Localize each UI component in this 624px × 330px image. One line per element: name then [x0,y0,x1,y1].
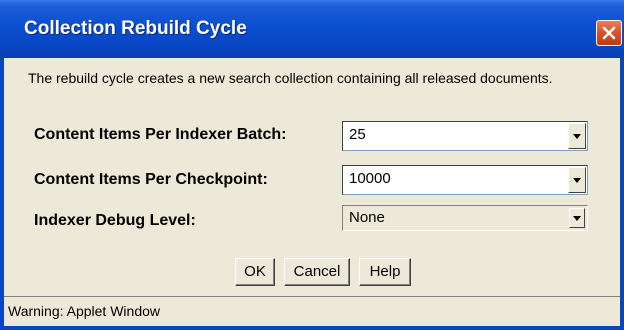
dialog-content: The rebuild cycle creates a new search c… [4,58,620,296]
debug-level-value: None [349,209,385,226]
window-title: Collection Rebuild Cycle [24,18,247,39]
description-text: The rebuild cycle creates a new search c… [28,70,553,86]
ok-button[interactable]: OK [235,258,275,286]
debug-level-label: Indexer Debug Level: [34,212,196,229]
close-button[interactable] [596,20,622,46]
status-text: Warning: Applet Window [8,303,160,319]
title-bar[interactable]: Collection Rebuild Cycle [0,0,624,58]
window-frame-bottom [0,326,624,330]
checkpoint-combobox[interactable]: 10000 [342,165,588,195]
chevron-down-icon [573,134,581,139]
batch-value[interactable]: 25 [349,126,366,143]
batch-combobox[interactable]: 25 [342,121,588,151]
chevron-down-icon [573,216,581,221]
chevron-down-icon [573,178,581,183]
debug-level-select[interactable]: None [342,205,588,231]
help-button[interactable]: Help [359,258,411,286]
status-bar: Warning: Applet Window [4,296,620,326]
checkpoint-value[interactable]: 10000 [349,170,391,187]
checkpoint-label: Content Items Per Checkpoint: [34,171,268,188]
checkpoint-dropdown-button[interactable] [568,167,586,193]
dialog-window: Collection Rebuild Cycle The rebuild cyc… [0,0,624,330]
batch-dropdown-button[interactable] [568,123,586,149]
window-frame-right [620,58,624,330]
debug-level-dropdown-button[interactable] [569,208,585,228]
batch-label: Content Items Per Indexer Batch: [34,126,287,143]
close-icon [602,26,616,40]
cancel-button[interactable]: Cancel [284,258,350,286]
